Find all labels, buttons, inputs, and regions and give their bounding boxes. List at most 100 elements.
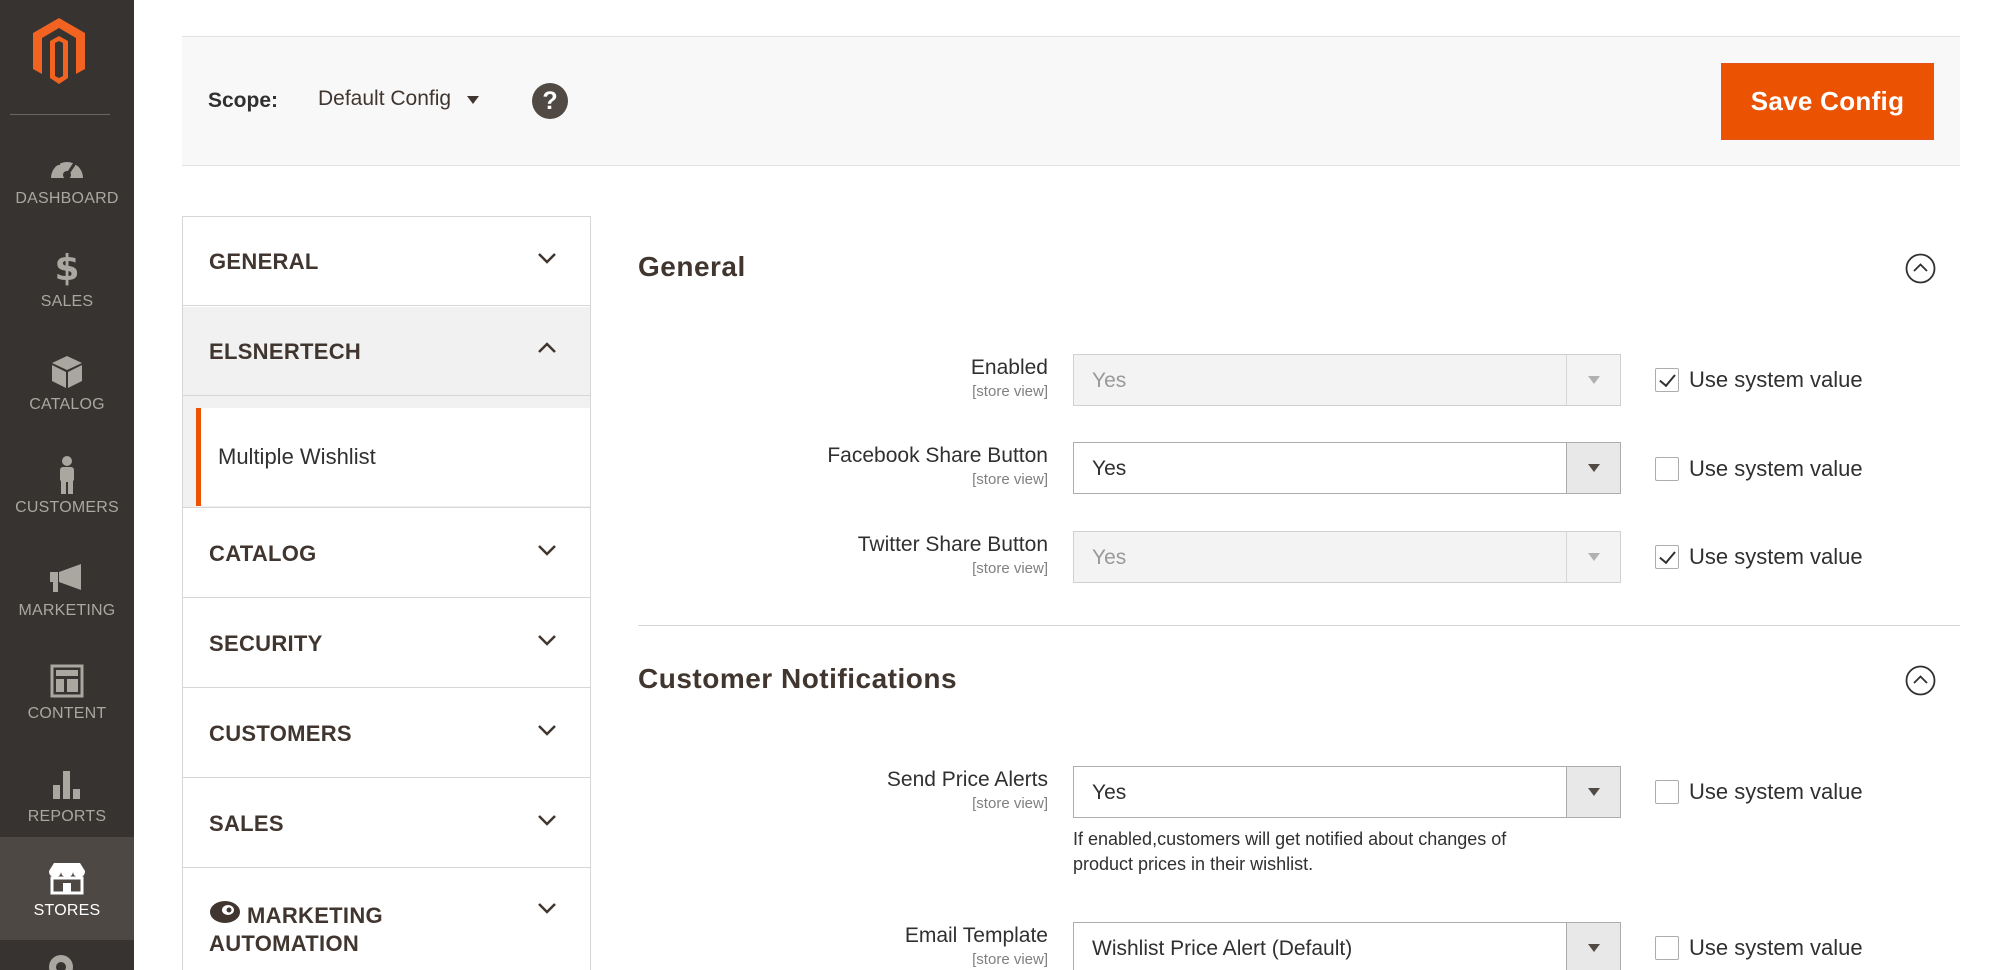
facebook-share-select[interactable]: Yes: [1073, 442, 1621, 494]
use-system-value-label: Use system value: [1689, 456, 1863, 481]
nav-section-customers[interactable]: CUSTOMERS: [183, 689, 590, 778]
field-label-email-template: Email Template: [904, 924, 1048, 947]
use-system-value-checkbox[interactable]: [1655, 368, 1679, 392]
select-toggle[interactable]: [1566, 443, 1620, 493]
menu-label: CATALOG: [29, 395, 105, 413]
nav-section-elsnertech[interactable]: ELSNERTECH: [183, 307, 590, 396]
nav-section-general[interactable]: GENERAL: [183, 217, 590, 306]
send-price-alerts-use-system-value[interactable]: Use system value: [1655, 779, 1863, 805]
use-system-value-checkbox[interactable]: [1655, 780, 1679, 804]
enabled-select: Yes: [1073, 354, 1621, 406]
twitter-share-select: Yes: [1073, 531, 1621, 583]
field-scope-hint: [store view]: [972, 560, 1048, 577]
select-toggle: [1566, 532, 1620, 582]
caret-down-icon: [1588, 553, 1600, 561]
save-config-button[interactable]: Save Config: [1721, 63, 1934, 140]
gear-icon[interactable]: [46, 952, 76, 970]
nav-section-title: SECURITY: [209, 631, 323, 656]
chevron-down-icon: [538, 903, 556, 914]
group-title-general[interactable]: General: [638, 251, 746, 283]
field-note-line: product prices in their wishlist.: [1073, 854, 1314, 874]
admin-menu: DASHBOARD $ SALES CATALOG CUSTOMERS MARK…: [0, 0, 134, 970]
nav-section-catalog[interactable]: CATALOG: [183, 509, 590, 598]
nav-subitems-container: Multiple Wishlist: [183, 396, 590, 508]
menu-label: REPORTS: [27, 807, 107, 825]
menu-label: CUSTOMERS: [15, 498, 119, 516]
email-template-use-system-value[interactable]: Use system value: [1655, 935, 1863, 961]
menu-label: CONTENT: [27, 704, 107, 722]
twitter-share-use-system-value[interactable]: Use system value: [1655, 544, 1863, 570]
use-system-value-checkbox[interactable]: [1655, 457, 1679, 481]
menu-item-catalog[interactable]: CATALOG: [0, 331, 134, 434]
caret-down-icon: [1588, 464, 1600, 472]
group-title-customer-notifications[interactable]: Customer Notifications: [638, 663, 957, 695]
use-system-value-label: Use system value: [1689, 544, 1863, 569]
select-toggle: [1566, 355, 1620, 405]
storefront-icon: [47, 858, 87, 898]
menu-item-marketing[interactable]: MARKETING: [0, 537, 134, 640]
scope-label: Scope:: [208, 89, 279, 112]
field-label-enabled: Enabled: [970, 356, 1048, 379]
nav-subitem-label: Multiple Wishlist: [218, 444, 376, 469]
use-system-value-checkbox[interactable]: [1655, 936, 1679, 960]
use-system-value-checkbox[interactable]: [1655, 545, 1679, 569]
marketing-automation-icon: [210, 901, 240, 923]
menu-item-content[interactable]: CONTENT: [0, 640, 134, 743]
menu-item-dashboard[interactable]: DASHBOARD: [0, 125, 134, 228]
nav-section-title: ELSNERTECH: [209, 339, 362, 364]
chevron-down-icon: [538, 545, 556, 556]
enabled-use-system-value[interactable]: Use system value: [1655, 367, 1863, 393]
select-value: Wishlist Price Alert (Default): [1092, 937, 1353, 960]
select-value: Yes: [1092, 369, 1127, 392]
field-scope-hint: [store view]: [972, 795, 1048, 812]
menu-item-sales[interactable]: $ SALES: [0, 228, 134, 331]
page-actions-bar: Scope: Default Config ? Save Config: [182, 36, 1960, 166]
collapse-circle-icon[interactable]: [1905, 665, 1936, 696]
select-toggle[interactable]: [1566, 767, 1620, 817]
caret-down-icon: [1588, 376, 1600, 384]
send-price-alerts-select[interactable]: Yes: [1073, 766, 1621, 818]
nav-section-title: CUSTOMERS: [209, 721, 352, 746]
nav-section-security[interactable]: SECURITY: [183, 599, 590, 688]
menu-item-stores[interactable]: STORES: [0, 837, 134, 940]
nav-section-marketing-automation[interactable]: MARKETING AUTOMATION: [183, 869, 590, 970]
megaphone-icon: [47, 558, 87, 598]
nav-section-title: GENERAL: [209, 249, 319, 274]
help-icon[interactable]: ?: [532, 83, 568, 119]
box-icon: [47, 352, 87, 392]
field-note: If enabled,customers will get notified a…: [1073, 827, 1573, 877]
caret-down-icon: [1588, 788, 1600, 796]
field-note-line: If enabled,customers will get notified a…: [1073, 829, 1507, 849]
caret-down-icon: [1588, 944, 1600, 952]
dollar-icon: $: [54, 248, 80, 289]
chevron-down-icon: [538, 253, 556, 264]
select-value: Yes: [1092, 781, 1127, 804]
email-template-select[interactable]: Wishlist Price Alert (Default): [1073, 922, 1621, 970]
menu-item-reports[interactable]: REPORTS: [0, 743, 134, 846]
chevron-down-icon: [538, 635, 556, 646]
select-toggle[interactable]: [1566, 923, 1620, 970]
field-scope-hint: [store view]: [972, 951, 1048, 968]
menu-label: DASHBOARD: [15, 189, 119, 207]
field-label-twitter-share: Twitter Share Button: [857, 533, 1048, 556]
config-sections-nav: GENERAL ELSNERTECH Multiple Wishlist CAT…: [182, 216, 591, 970]
chevron-down-icon: [538, 815, 556, 826]
menu-item-customers[interactable]: CUSTOMERS: [0, 434, 134, 537]
chevron-down-icon: [538, 725, 556, 736]
collapse-circle-icon[interactable]: [1905, 253, 1936, 284]
menu-label: MARKETING: [18, 601, 116, 619]
use-system-value-label: Use system value: [1689, 935, 1863, 960]
nav-section-sales[interactable]: SALES: [183, 779, 590, 868]
select-value: Yes: [1092, 546, 1127, 569]
field-label-send-price-alerts: Send Price Alerts: [886, 768, 1048, 791]
magento-logo-icon[interactable]: [30, 16, 88, 86]
use-system-value-label: Use system value: [1689, 779, 1863, 804]
scope-switcher[interactable]: Default Config: [318, 87, 480, 111]
nav-section-title: CATALOG: [209, 541, 317, 566]
nav-subitem-multiple-wishlist[interactable]: Multiple Wishlist: [196, 408, 590, 506]
nav-section-title: SALES: [209, 811, 284, 836]
nav-section-title: MARKETING AUTOMATION: [209, 899, 469, 958]
field-scope-hint: [store view]: [972, 471, 1048, 488]
facebook-share-use-system-value[interactable]: Use system value: [1655, 456, 1863, 482]
menu-label: SALES: [40, 292, 94, 310]
